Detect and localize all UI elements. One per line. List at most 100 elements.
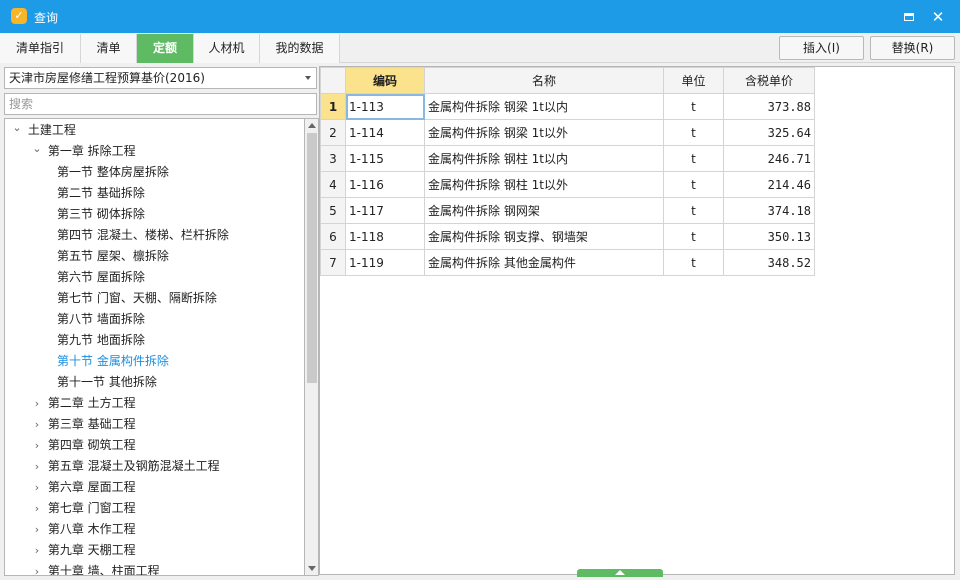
name-cell[interactable]: 金属构件拆除 钢柱 1t以内: [424, 145, 664, 172]
price-cell[interactable]: 374.18: [723, 197, 815, 224]
table-row[interactable]: 4 1-116 金属构件拆除 钢柱 1t以外 t 214.46: [320, 171, 815, 198]
unit-cell[interactable]: t: [663, 119, 724, 146]
tab-quota[interactable]: 定额: [137, 34, 194, 63]
row-number-cell[interactable]: 1: [320, 93, 346, 120]
name-cell[interactable]: 金属构件拆除 其他金属构件: [424, 249, 664, 276]
tree-node[interactable]: › 第五章 混凝土及钢筋混凝土工程: [30, 456, 220, 477]
price-cell[interactable]: 214.46: [723, 171, 815, 198]
tree-node[interactable]: › 第六章 屋面工程: [30, 477, 136, 498]
unit-cell[interactable]: t: [663, 171, 724, 198]
tree-node-label: 第四节 混凝土、楼梯、栏杆拆除: [57, 228, 229, 242]
tree-node[interactable]: › 第二章 土方工程: [30, 393, 136, 414]
chevron-right-icon[interactable]: ›: [30, 456, 44, 477]
replace-button[interactable]: 替换(R): [870, 36, 955, 60]
price-cell[interactable]: 373.88: [723, 93, 815, 120]
tree-node-label: 第七节 门窗、天棚、隔断拆除: [57, 291, 217, 305]
tree-node[interactable]: › 第三章 基础工程: [30, 414, 136, 435]
chevron-down-icon[interactable]: ⌄: [30, 138, 44, 159]
name-cell[interactable]: 金属构件拆除 钢网架: [424, 197, 664, 224]
close-icon[interactable]: ✕: [929, 8, 947, 26]
tree-node[interactable]: 第一节 整体房屋拆除: [57, 162, 169, 183]
chevron-right-icon[interactable]: ›: [30, 477, 44, 498]
table-row[interactable]: 5 1-117 金属构件拆除 钢网架 t 374.18: [320, 197, 815, 224]
price-cell[interactable]: 246.71: [723, 145, 815, 172]
code-cell[interactable]: 1-115: [345, 145, 425, 172]
column-header-name[interactable]: 名称: [424, 67, 664, 94]
unit-cell[interactable]: t: [663, 197, 724, 224]
row-number-cell[interactable]: 6: [320, 223, 346, 250]
scroll-down-icon[interactable]: [308, 566, 316, 571]
row-number-cell[interactable]: 2: [320, 119, 346, 146]
chevron-right-icon[interactable]: ›: [30, 540, 44, 561]
code-cell[interactable]: 1-119: [345, 249, 425, 276]
column-header-code[interactable]: 编码: [345, 67, 425, 94]
column-header-unit[interactable]: 单位: [663, 67, 724, 94]
code-cell[interactable]: 1-114: [345, 119, 425, 146]
table-row[interactable]: 7 1-119 金属构件拆除 其他金属构件 t 348.52: [320, 249, 815, 276]
price-cell[interactable]: 348.52: [723, 249, 815, 276]
tree-node[interactable]: › 第四章 砌筑工程: [30, 435, 136, 456]
name-cell[interactable]: 金属构件拆除 钢支撑、钢墙架: [424, 223, 664, 250]
tree-node[interactable]: 第九节 地面拆除: [57, 330, 145, 351]
unit-cell[interactable]: t: [663, 223, 724, 250]
tree-scrollbar[interactable]: [304, 118, 319, 576]
tree-node[interactable]: 第五节 屋架、檩拆除: [57, 246, 169, 267]
column-header-price[interactable]: 含税单价: [723, 67, 815, 94]
price-cell[interactable]: 350.13: [723, 223, 815, 250]
tree-node[interactable]: 第十节 金属构件拆除: [57, 351, 169, 372]
name-cell[interactable]: 金属构件拆除 钢柱 1t以外: [424, 171, 664, 198]
table-row[interactable]: 6 1-118 金属构件拆除 钢支撑、钢墙架 t 350.13: [320, 223, 815, 250]
chevron-right-icon[interactable]: ›: [30, 435, 44, 456]
price-cell[interactable]: 325.64: [723, 119, 815, 146]
unit-cell[interactable]: t: [663, 93, 724, 120]
search-input[interactable]: [4, 93, 317, 115]
tab-bill[interactable]: 清单: [81, 34, 137, 63]
insert-button[interactable]: 插入(I): [779, 36, 864, 60]
tree-node[interactable]: › 第九章 天棚工程: [30, 540, 136, 561]
chevron-right-icon[interactable]: ›: [30, 561, 44, 575]
tab-labor-material-machine[interactable]: 人材机: [194, 34, 260, 63]
table-row[interactable]: 2 1-114 金属构件拆除 钢梁 1t以外 t 325.64: [320, 119, 815, 146]
tree-node[interactable]: ⌄ 第一章 拆除工程: [30, 138, 135, 162]
tree-node[interactable]: › 第十章 墙、柱面工程: [30, 561, 160, 575]
maximize-icon[interactable]: [900, 8, 918, 26]
name-cell[interactable]: 金属构件拆除 钢梁 1t以外: [424, 119, 664, 146]
unit-cell[interactable]: t: [663, 249, 724, 276]
tree-node[interactable]: 第六节 屋面拆除: [57, 267, 145, 288]
chevron-right-icon[interactable]: ›: [30, 498, 44, 519]
tab-my-data[interactable]: 我的数据: [260, 34, 340, 63]
library-select[interactable]: 天津市房屋修缮工程预算基价(2016): [4, 67, 317, 89]
scroll-up-icon[interactable]: [308, 123, 316, 128]
tree-node[interactable]: 第七节 门窗、天棚、隔断拆除: [57, 288, 217, 309]
tree-node[interactable]: 第二节 基础拆除: [57, 183, 145, 204]
table-row[interactable]: 1 1-113 金属构件拆除 钢梁 1t以内 t 373.88: [320, 93, 815, 120]
tree-node[interactable]: 第十一节 其他拆除: [57, 372, 157, 393]
tree-node[interactable]: 第八节 墙面拆除: [57, 309, 145, 330]
name-cell[interactable]: 金属构件拆除 钢梁 1t以内: [424, 93, 664, 120]
tree-node-label: 第九节 地面拆除: [57, 333, 145, 347]
code-cell[interactable]: 1-116: [345, 171, 425, 198]
tree-node[interactable]: 第四节 混凝土、楼梯、栏杆拆除: [57, 225, 229, 246]
row-number-cell[interactable]: 5: [320, 197, 346, 224]
row-number-cell[interactable]: 7: [320, 249, 346, 276]
row-number-cell[interactable]: 4: [320, 171, 346, 198]
code-cell[interactable]: 1-118: [345, 223, 425, 250]
code-cell[interactable]: 1-117: [345, 197, 425, 224]
panel-collapse-handle[interactable]: [577, 569, 663, 577]
tree-node[interactable]: › 第八章 木作工程: [30, 519, 136, 540]
scrollbar-thumb[interactable]: [307, 133, 317, 383]
chevron-right-icon[interactable]: ›: [30, 519, 44, 540]
row-number-cell[interactable]: 3: [320, 145, 346, 172]
table-row[interactable]: 3 1-115 金属构件拆除 钢柱 1t以内 t 246.71: [320, 145, 815, 172]
tree-node[interactable]: 第三节 砌体拆除: [57, 204, 145, 225]
tree-node-label: 第六章 屋面工程: [47, 480, 136, 494]
quota-table: 编码 名称 单位 含税单价 1 1-113 金属构件拆除 钢梁 1t以内 t 373.8…: [320, 67, 815, 276]
chevron-right-icon[interactable]: ›: [30, 393, 44, 414]
code-cell[interactable]: 1-113: [345, 93, 425, 120]
chevron-right-icon[interactable]: ›: [30, 414, 44, 435]
unit-cell[interactable]: t: [663, 145, 724, 172]
chevron-down-icon[interactable]: ⌄: [10, 119, 24, 138]
tree-node[interactable]: › 第七章 门窗工程: [30, 498, 136, 519]
tab-bill-guide[interactable]: 清单指引: [0, 34, 81, 63]
table-body: 1 1-113 金属构件拆除 钢梁 1t以内 t 373.88 2 1-114 金属构件拆除 …: [320, 93, 815, 276]
